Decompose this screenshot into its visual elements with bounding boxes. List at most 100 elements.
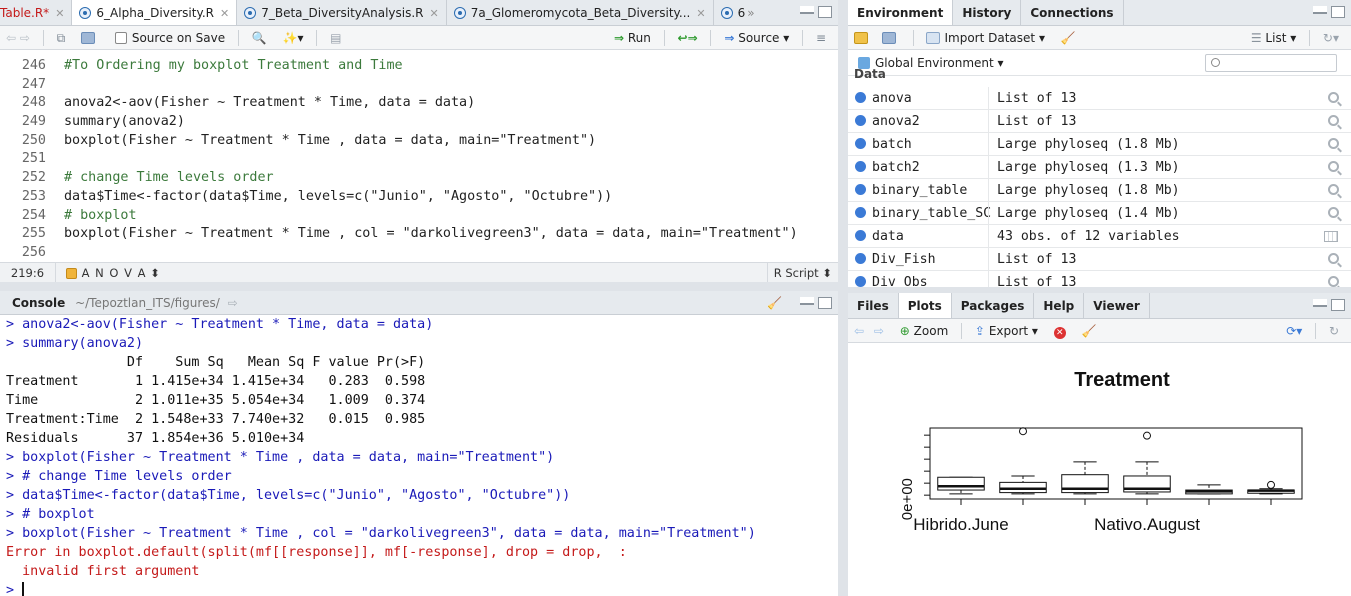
export-button[interactable]: ⇪ Export ▾ — [969, 319, 1044, 342]
expand-icon[interactable] — [855, 253, 866, 264]
tab-help[interactable]: Help — [1034, 293, 1085, 318]
magnifier-icon[interactable] — [1328, 207, 1339, 218]
source-button[interactable]: ⇒ Source ▾ — [718, 26, 795, 49]
maximize-icon[interactable] — [818, 6, 832, 18]
tab-table-r[interactable]: Table.R* ✕ — [0, 0, 73, 25]
environment-row[interactable]: anova List of 13 — [848, 87, 1351, 110]
expand-icon[interactable] — [855, 276, 866, 287]
code-area[interactable]: 246 #To Ordering my boxplot Treatment and… — [0, 55, 838, 261]
code-line[interactable]: 256 — [0, 244, 838, 261]
close-icon[interactable]: ✕ — [220, 7, 229, 20]
refresh-icon[interactable]: ↻ — [1323, 319, 1345, 342]
expand-icon[interactable] — [855, 161, 866, 172]
environment-row[interactable]: anova2 List of 13 — [848, 110, 1351, 133]
expand-icon[interactable] — [855, 184, 866, 195]
compile-report-icon[interactable]: ▤ — [324, 26, 347, 49]
back-forward-icon[interactable]: ⇦ ⇨ — [0, 26, 36, 49]
go-to-directory-icon[interactable]: ⇨ — [228, 296, 238, 310]
clear-plots-icon[interactable]: 🧹 — [1076, 319, 1103, 342]
run-button[interactable]: ⇒ Run — [608, 26, 657, 49]
environment-row[interactable]: binary_table_SC Large phyloseq (1.4 Mb) — [848, 202, 1351, 225]
view-mode-selector[interactable]: ☰ List ▾ — [1245, 26, 1302, 49]
tab-files[interactable]: Files — [848, 293, 899, 318]
tab-environment[interactable]: Environment — [848, 0, 954, 25]
expand-icon[interactable] — [855, 207, 866, 218]
file-type-selector[interactable]: R Script ⬍ — [766, 263, 838, 282]
clear-console-icon[interactable]: 🧹 — [767, 291, 782, 315]
maximize-icon[interactable] — [1331, 6, 1345, 18]
magnifier-icon[interactable] — [1328, 184, 1339, 195]
tab-beta-diversity[interactable]: 7_Beta_DiversityAnalysis.R ✕ — [237, 0, 447, 25]
tab-history[interactable]: History — [953, 0, 1022, 25]
rerun-icon[interactable]: ↩⇒ — [672, 26, 704, 49]
tab-glomeromycota[interactable]: 7a_Glomeromycota_Beta_Diversity... ✕ — [447, 0, 714, 25]
magnifier-icon[interactable] — [1328, 276, 1339, 287]
code-line[interactable]: 253 data$Time<-factor(data$Time, levels=c… — [0, 188, 838, 207]
code-line[interactable]: 255 boxplot(Fisher ~ Treatment * Time , c… — [0, 225, 838, 244]
code-line[interactable]: 251 — [0, 150, 838, 169]
publish-icon[interactable]: ⟳▾ — [1280, 319, 1308, 342]
tab-alpha-diversity[interactable]: 6_Alpha_Diversity.R ✕ — [72, 0, 238, 25]
environment-search-input[interactable] — [1205, 54, 1337, 72]
expand-icon[interactable] — [855, 138, 866, 149]
magnifier-icon[interactable] — [1328, 138, 1339, 149]
more-tabs-icon[interactable]: » — [747, 6, 754, 20]
environment-row[interactable]: Div_Obs List of 13 — [848, 271, 1351, 287]
save-icon[interactable] — [75, 26, 105, 49]
environment-row[interactable]: batch Large phyloseq (1.8 Mb) — [848, 133, 1351, 156]
floppy-icon — [81, 32, 95, 44]
code-line[interactable]: 249 summary(anova2) — [0, 113, 838, 132]
save-workspace-icon[interactable] — [881, 26, 906, 49]
console-output[interactable]: > anova2<-aov(Fisher ~ Treatment * Time,… — [6, 315, 838, 596]
next-plot-icon[interactable]: ⇨ — [874, 319, 890, 342]
close-icon[interactable]: ✕ — [55, 7, 64, 20]
console-input-line: > anova2<-aov(Fisher ~ Treatment * Time,… — [6, 315, 838, 334]
tab-viewer[interactable]: Viewer — [1084, 293, 1150, 318]
environment-row[interactable]: Div_Fish List of 13 — [848, 248, 1351, 271]
expand-icon[interactable] — [855, 230, 866, 241]
zoom-button[interactable]: ⊕ Zoom — [894, 319, 954, 342]
close-icon[interactable]: ✕ — [430, 7, 439, 20]
minimize-icon[interactable] — [1313, 299, 1327, 307]
clear-workspace-icon[interactable]: 🧹 — [1055, 26, 1082, 49]
working-directory[interactable]: ~/Tepoztlan_ITS/figures/ — [75, 296, 220, 310]
maximize-icon[interactable] — [818, 297, 832, 309]
minimize-icon[interactable] — [1313, 6, 1327, 14]
refresh-icon[interactable]: ↻▾ — [1317, 26, 1345, 49]
magnifier-icon[interactable] — [1328, 115, 1339, 126]
magnifier-icon[interactable] — [1328, 92, 1339, 103]
source-on-save-toggle[interactable]: Source on Save — [109, 26, 231, 49]
environment-row[interactable]: binary_table Large phyloseq (1.8 Mb) — [848, 179, 1351, 202]
find-icon[interactable]: 🔍 — [246, 26, 273, 49]
close-icon[interactable]: ✕ — [696, 7, 705, 20]
code-line[interactable]: 246 #To Ordering my boxplot Treatment and… — [0, 57, 838, 76]
load-workspace-icon[interactable] — [848, 26, 878, 49]
show-in-window-icon[interactable]: ⧉ — [51, 26, 72, 49]
previous-plot-icon[interactable]: ⇦ — [848, 319, 870, 342]
view-data-icon[interactable] — [1324, 231, 1338, 242]
expand-icon[interactable] — [855, 115, 866, 126]
code-tools-icon[interactable]: ✨▾ — [277, 26, 310, 49]
magnifier-icon[interactable] — [1328, 253, 1339, 264]
import-dataset-button[interactable]: Import Dataset ▾ — [920, 26, 1051, 49]
checkbox-icon[interactable] — [114, 32, 127, 44]
magnifier-icon[interactable] — [1328, 161, 1339, 172]
outline-icon[interactable]: ≡ — [810, 26, 832, 49]
code-line[interactable]: 252 # change Time levels order — [0, 169, 838, 188]
expand-icon[interactable] — [855, 92, 866, 103]
code-line[interactable]: 250 boxplot(Fisher ~ Treatment * Time , d… — [0, 132, 838, 151]
tab-overflow[interactable]: 6» — [714, 0, 762, 25]
tab-connections[interactable]: Connections — [1021, 0, 1124, 25]
minimize-icon[interactable] — [800, 297, 814, 305]
minimize-icon[interactable] — [800, 6, 814, 14]
remove-plot-icon[interactable]: ✕ — [1048, 319, 1072, 342]
tab-plots[interactable]: Plots — [898, 293, 952, 318]
section-navigator[interactable]: A N O V A ⬍ — [65, 266, 160, 280]
environment-row[interactable]: data 43 obs. of 12 variables — [848, 225, 1351, 248]
tab-packages[interactable]: Packages — [952, 293, 1035, 318]
code-line[interactable]: 247 — [0, 76, 838, 95]
environment-row[interactable]: batch2 Large phyloseq (1.3 Mb) — [848, 156, 1351, 179]
code-line[interactable]: 254 # boxplot — [0, 207, 838, 226]
maximize-icon[interactable] — [1331, 299, 1345, 311]
code-line[interactable]: 248 anova2<-aov(Fisher ~ Treatment * Time… — [0, 94, 838, 113]
